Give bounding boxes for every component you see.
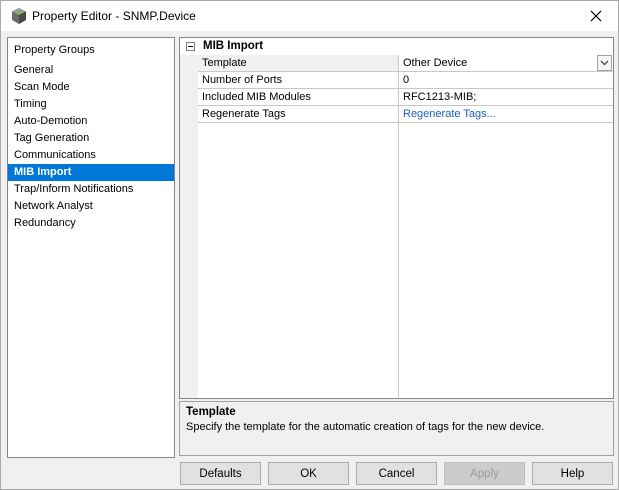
template-select-value[interactable]: Other Device <box>403 57 467 69</box>
chevron-down-icon[interactable] <box>597 55 612 71</box>
group-item-tag-generation[interactable]: Tag Generation <box>8 130 174 147</box>
property-grid: MIB Import Template Other Device Number … <box>179 37 614 399</box>
property-groups-header: Property Groups <box>14 44 95 56</box>
app-icon <box>10 7 28 25</box>
apply-button[interactable]: Apply <box>444 462 525 485</box>
group-item-network-analyst[interactable]: Network Analyst <box>8 198 174 215</box>
property-row-template[interactable]: Template Other Device <box>198 55 613 72</box>
property-row-included-mib-modules[interactable]: Included MIB Modules RFC1213-MIB; <box>198 89 613 106</box>
grid-gutter <box>180 55 198 398</box>
description-title: Template <box>186 406 236 418</box>
group-item-communications[interactable]: Communications <box>8 147 174 164</box>
title-bar: Property Editor - SNMP.Device <box>1 1 618 31</box>
category-row[interactable]: MIB Import <box>180 38 613 55</box>
window-title: Property Editor - SNMP.Device <box>32 9 196 23</box>
description-text: Specify the template for the automatic c… <box>186 421 545 433</box>
property-row-regenerate-tags[interactable]: Regenerate Tags Regenerate Tags... <box>198 106 613 123</box>
group-item-general[interactable]: General <box>8 62 174 79</box>
property-editor-window: Property Editor - SNMP.Device Property G… <box>0 0 619 490</box>
regenerate-tags-link[interactable]: Regenerate Tags... <box>403 108 496 120</box>
help-button[interactable]: Help <box>532 462 613 485</box>
group-item-timing[interactable]: Timing <box>8 96 174 113</box>
property-value[interactable]: RFC1213-MIB; <box>403 91 476 103</box>
category-label: MIB Import <box>203 40 264 52</box>
group-item-mib-import[interactable]: MIB Import <box>8 164 174 181</box>
property-name: Template <box>202 57 247 69</box>
ok-button[interactable]: OK <box>268 462 349 485</box>
property-name: Included MIB Modules <box>202 91 311 103</box>
property-name: Regenerate Tags <box>202 108 286 120</box>
group-item-redundancy[interactable]: Redundancy <box>8 215 174 232</box>
defaults-button[interactable]: Defaults <box>180 462 261 485</box>
group-item-trap-inform-notifications[interactable]: Trap/Inform Notifications <box>8 181 174 198</box>
collapse-icon[interactable] <box>186 42 195 51</box>
group-item-auto-demotion[interactable]: Auto-Demotion <box>8 113 174 130</box>
property-name: Number of Ports <box>202 74 283 86</box>
group-item-scan-mode[interactable]: Scan Mode <box>8 79 174 96</box>
property-groups-panel: Property Groups General Scan Mode Timing… <box>7 37 175 458</box>
cancel-button[interactable]: Cancel <box>356 462 437 485</box>
property-groups-list: General Scan Mode Timing Auto-Demotion T… <box>8 62 174 232</box>
property-value[interactable]: 0 <box>403 74 409 86</box>
property-row-number-of-ports[interactable]: Number of Ports 0 <box>198 72 613 89</box>
close-icon[interactable] <box>574 1 618 31</box>
description-panel: Template Specify the template for the au… <box>179 401 614 456</box>
